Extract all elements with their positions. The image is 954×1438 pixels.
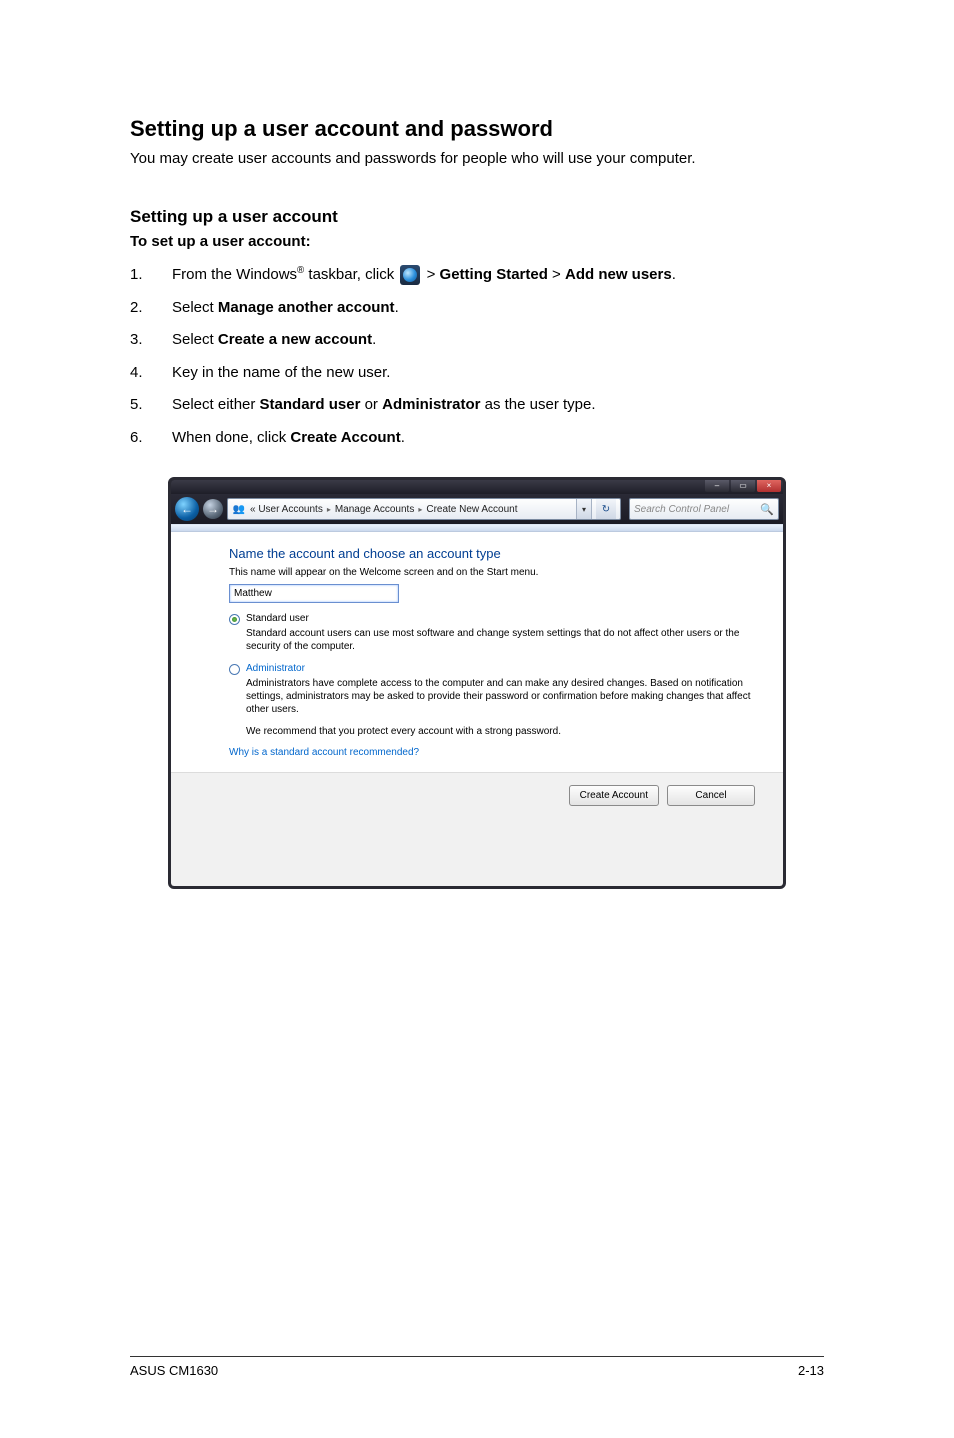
step-item: 2. Select Manage another account. — [130, 297, 824, 320]
dialog-heading: Name the account and choose an account t… — [229, 546, 769, 561]
step-number: 1. — [130, 264, 172, 287]
chevron-right-icon: ▸ — [327, 505, 331, 514]
create-account-window: – ▭ × ← → 👥 « User Accounts ▸ Manage Acc… — [168, 477, 786, 889]
section-title: Setting up a user account and password — [130, 116, 824, 142]
chevron-right-icon: ▸ — [418, 505, 422, 514]
start-menu-icon — [400, 265, 420, 285]
step-item: 4. Key in the name of the new user. — [130, 362, 824, 385]
standard-user-description: Standard account users can use most soft… — [246, 627, 769, 653]
radio-administrator[interactable]: Administrator — [229, 663, 769, 675]
user-accounts-icon: 👥 — [232, 502, 246, 516]
search-icon: 🔍 — [760, 503, 774, 516]
radio-icon — [229, 614, 240, 625]
nav-forward-button[interactable]: → — [203, 499, 223, 519]
window-titlebar: – ▭ × — [171, 480, 783, 494]
step-item: 3. Select Create a new account. — [130, 329, 824, 352]
footer-right: 2-13 — [798, 1363, 824, 1378]
menu-bar — [171, 524, 783, 532]
step-number: 2. — [130, 297, 172, 320]
minimize-button[interactable]: – — [705, 480, 729, 492]
search-placeholder: Search Control Panel — [634, 504, 729, 515]
step-content: When done, click Create Account. — [172, 427, 824, 450]
step-item: 6. When done, click Create Account. — [130, 427, 824, 450]
breadcrumb-dropdown[interactable]: ▾ — [576, 499, 592, 519]
step-number: 6. — [130, 427, 172, 450]
nav-back-button[interactable]: ← — [175, 497, 199, 521]
radio-standard-user[interactable]: Standard user — [229, 613, 769, 625]
document-page: Setting up a user account and password Y… — [0, 0, 954, 889]
refresh-button[interactable]: ↻ — [596, 499, 616, 519]
intro-text: You may create user accounts and passwor… — [130, 150, 824, 167]
step-content: Select Manage another account. — [172, 297, 824, 320]
dialog-content: Name the account and choose an account t… — [171, 532, 783, 772]
step-number: 5. — [130, 394, 172, 417]
account-name-input[interactable] — [229, 584, 399, 603]
steps-list: 1. From the Windows® taskbar, click > Ge… — [130, 264, 824, 449]
page-footer: ASUS CM1630 2-13 — [130, 1356, 824, 1378]
step-content: Select either Standard user or Administr… — [172, 394, 824, 417]
footer-left: ASUS CM1630 — [130, 1363, 218, 1378]
navigation-bar: ← → 👥 « User Accounts ▸ Manage Accounts … — [171, 494, 783, 524]
breadcrumb[interactable]: 👥 « User Accounts ▸ Manage Accounts ▸ Cr… — [227, 498, 621, 520]
why-standard-link[interactable]: Why is a standard account recommended? — [229, 747, 769, 758]
step-content: Key in the name of the new user. — [172, 362, 824, 385]
administrator-description: Administrators have complete access to t… — [246, 677, 769, 716]
create-account-button[interactable]: Create Account — [569, 785, 659, 806]
search-input[interactable]: Search Control Panel 🔍 — [629, 498, 779, 520]
step-item: 1. From the Windows® taskbar, click > Ge… — [130, 264, 824, 287]
step-content: Select Create a new account. — [172, 329, 824, 352]
dialog-button-bar: Create Account Cancel — [171, 772, 783, 886]
radio-icon — [229, 664, 240, 675]
breadcrumb-part: « User Accounts — [250, 504, 323, 515]
recommendation-text: We recommend that you protect every acco… — [246, 726, 769, 737]
step-item: 5. Select either Standard user or Admini… — [130, 394, 824, 417]
radio-label: Standard user — [246, 613, 309, 624]
radio-label: Administrator — [246, 663, 305, 674]
breadcrumb-part: Create New Account — [426, 504, 517, 515]
step-number: 3. — [130, 329, 172, 352]
close-button[interactable]: × — [757, 480, 781, 492]
cancel-button[interactable]: Cancel — [667, 785, 755, 806]
sub-label: To set up a user account: — [130, 233, 824, 250]
dialog-subline: This name will appear on the Welcome scr… — [229, 567, 769, 578]
step-content: From the Windows® taskbar, click > Getti… — [172, 264, 824, 287]
breadcrumb-part: Manage Accounts — [335, 504, 415, 515]
subsection-title: Setting up a user account — [130, 207, 824, 227]
step-number: 4. — [130, 362, 172, 385]
maximize-button[interactable]: ▭ — [731, 480, 755, 492]
